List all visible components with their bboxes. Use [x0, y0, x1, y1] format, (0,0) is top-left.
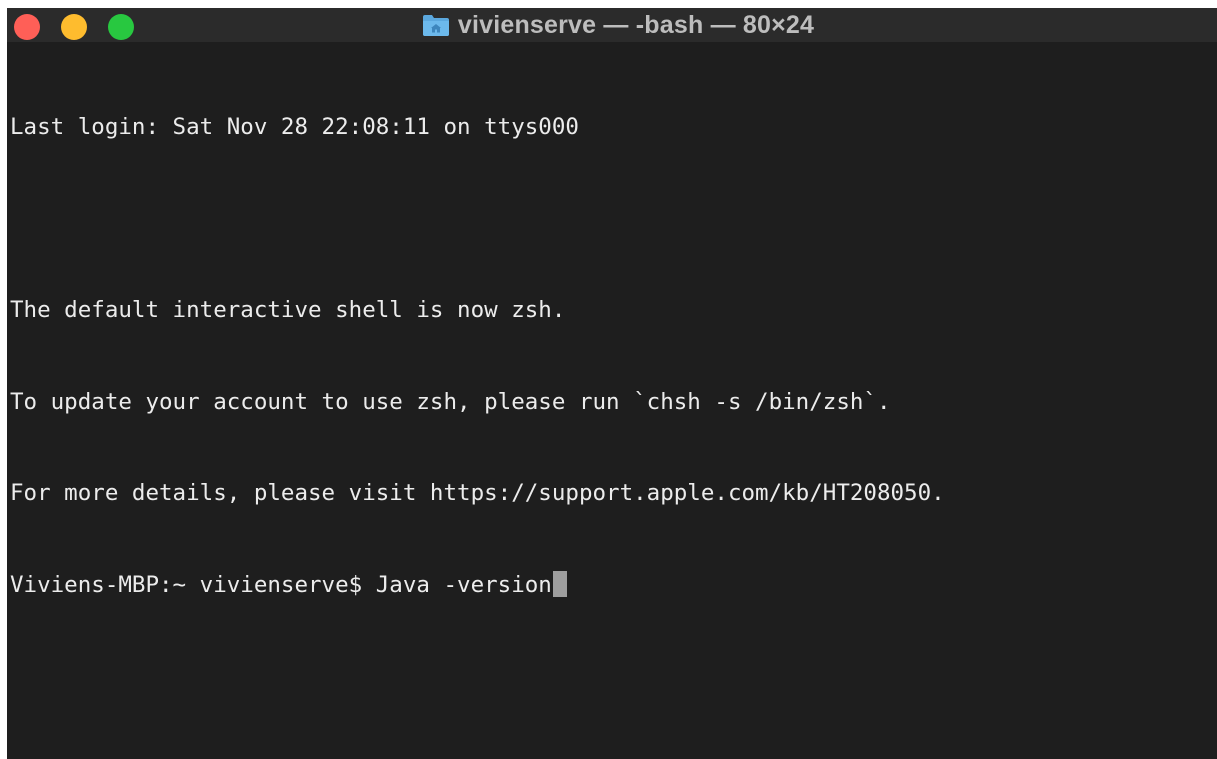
- terminal-line-more-details: For more details, please visit https://s…: [10, 480, 945, 506]
- terminal-line-last-login: Last login: Sat Nov 28 22:08:11 on ttys0…: [10, 114, 579, 140]
- home-folder-icon: [422, 13, 450, 37]
- terminal-line-update-account: To update your account to use zsh, pleas…: [10, 388, 891, 415]
- terminal-window: vivienserve — -bash — 80×24 Last login: …: [7, 8, 1217, 759]
- terminal-prompt-line[interactable]: Viviens-MBP:~ vivienserve$ Java -version: [10, 570, 1217, 601]
- shell-prompt: Viviens-MBP:~ vivienserve$: [10, 571, 376, 598]
- window-title-group: vivienserve — -bash — 80×24: [7, 8, 1217, 42]
- window-title: vivienserve — -bash — 80×24: [457, 10, 815, 39]
- terminal-line-default-shell: The default interactive shell is now zsh…: [10, 297, 566, 323]
- terminal-output-area[interactable]: Last login: Sat Nov 28 22:08:11 on ttys0…: [7, 42, 1217, 759]
- command-input[interactable]: Java -version: [376, 572, 552, 598]
- title-bar[interactable]: vivienserve — -bash — 80×24: [7, 8, 1217, 42]
- text-cursor: [552, 570, 567, 597]
